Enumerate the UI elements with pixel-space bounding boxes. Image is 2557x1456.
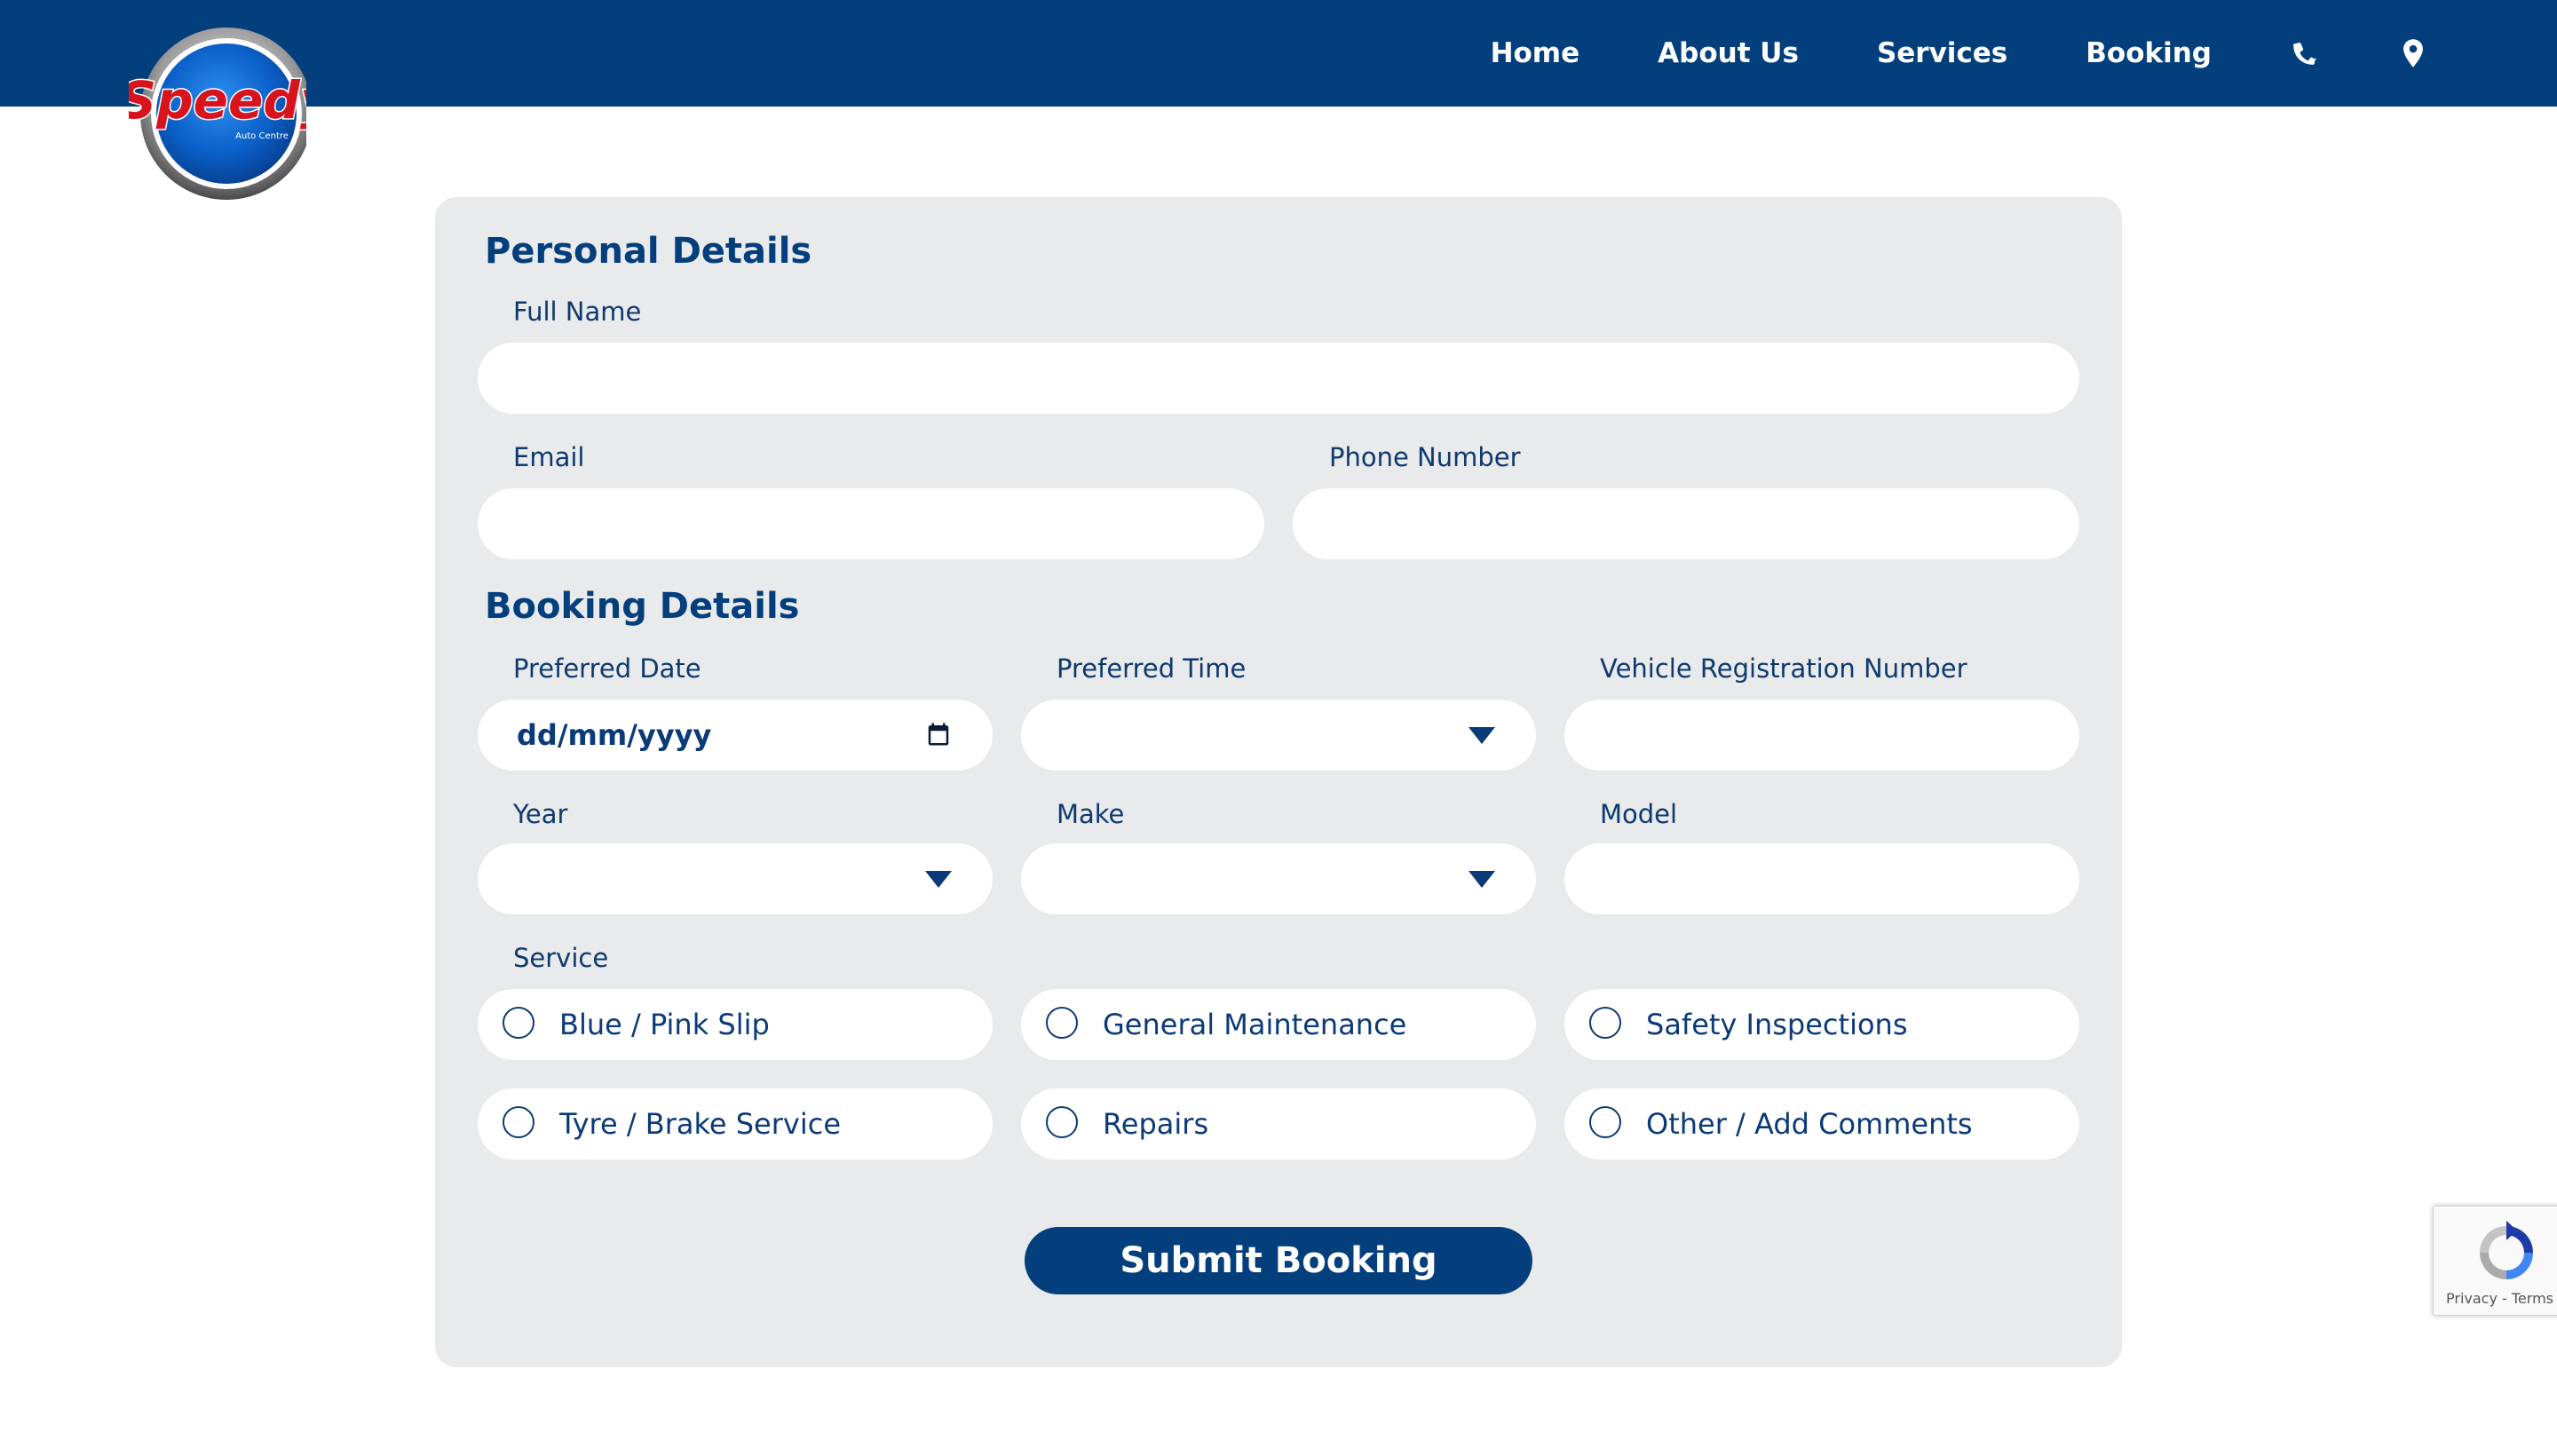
- nav-booking-link[interactable]: Booking: [2086, 37, 2212, 69]
- nav-home-link[interactable]: Home: [1491, 37, 1580, 69]
- top-navigation-bar: Home About Us Services Booking: [0, 0, 2557, 107]
- preferred-date-label: Preferred Date: [513, 653, 701, 684]
- service-option-label: Blue / Pink Slip: [559, 1008, 770, 1041]
- service-option-label: Repairs: [1103, 1107, 1209, 1141]
- personal-details-title: Personal Details: [485, 231, 812, 272]
- service-option-label: Tyre / Brake Service: [559, 1107, 841, 1141]
- service-option-label: Other / Add Comments: [1646, 1107, 1973, 1141]
- service-option-other-add-comments[interactable]: Other / Add Comments: [1564, 1088, 2079, 1159]
- make-label: Make: [1057, 799, 1125, 829]
- radio-button[interactable]: [1046, 1007, 1078, 1039]
- chevron-down-icon: [1468, 871, 1495, 888]
- service-option-safety-inspections[interactable]: Safety Inspections: [1564, 989, 2079, 1060]
- radio-button[interactable]: [1589, 1007, 1621, 1039]
- booking-details-title: Booking Details: [485, 586, 800, 627]
- preferred-time-select[interactable]: [1021, 700, 1536, 771]
- model-input[interactable]: [1564, 843, 2079, 914]
- service-option-tyre-brake-service[interactable]: Tyre / Brake Service: [478, 1088, 993, 1159]
- phone-number-input[interactable]: [1293, 488, 2079, 559]
- service-option-label: General Maintenance: [1103, 1008, 1407, 1041]
- main-nav: Home About Us Services Booking: [1413, 0, 2428, 107]
- service-option-blue-pink-slip[interactable]: Blue / Pink Slip: [478, 989, 993, 1060]
- nav-about-us-link[interactable]: About Us: [1658, 37, 1799, 69]
- chevron-down-icon: [1468, 727, 1495, 744]
- service-option-label: Safety Inspections: [1646, 1008, 1908, 1041]
- date-placeholder: dd/mm/yyyy: [517, 718, 712, 752]
- calendar-icon[interactable]: [925, 721, 952, 748]
- year-select[interactable]: [478, 843, 993, 914]
- speedy-logo[interactable]: Speedy Auto Centre: [118, 25, 336, 202]
- full-name-input[interactable]: [478, 343, 2079, 414]
- submit-booking-button[interactable]: Submit Booking: [1025, 1227, 1532, 1294]
- vehicle-registration-input[interactable]: [1564, 700, 2079, 771]
- model-label: Model: [1600, 799, 1678, 829]
- email-input[interactable]: [478, 488, 1264, 559]
- nav-services-link[interactable]: Services: [1877, 37, 2007, 69]
- recaptcha-badge[interactable]: Privacy - Terms: [2433, 1206, 2557, 1316]
- radio-button[interactable]: [503, 1007, 534, 1039]
- booking-form-card: Personal Details Full Name Email Phone N…: [435, 197, 2122, 1367]
- service-option-repairs[interactable]: Repairs: [1021, 1088, 1536, 1159]
- location-pin-icon[interactable]: [2398, 38, 2428, 68]
- phone-number-label: Phone Number: [1329, 442, 1521, 472]
- make-select[interactable]: [1021, 843, 1536, 914]
- recaptcha-icon: [2473, 1219, 2540, 1290]
- logo-wordmark: Speedy: [129, 70, 306, 131]
- radio-button[interactable]: [1046, 1106, 1078, 1138]
- radio-button[interactable]: [503, 1106, 534, 1138]
- chevron-down-icon: [925, 871, 952, 888]
- preferred-time-label: Preferred Time: [1057, 653, 1247, 684]
- full-name-label: Full Name: [513, 297, 642, 327]
- email-label: Email: [513, 442, 585, 472]
- radio-button[interactable]: [1589, 1106, 1621, 1138]
- phone-icon[interactable]: [2290, 38, 2320, 68]
- vehicle-registration-label: Vehicle Registration Number: [1600, 653, 1967, 684]
- year-label: Year: [513, 799, 568, 829]
- recaptcha-privacy-terms-links[interactable]: Privacy - Terms: [2446, 1290, 2553, 1307]
- preferred-date-input[interactable]: dd/mm/yyyy: [478, 700, 993, 771]
- logo-subtext: Auto Centre: [235, 131, 289, 141]
- service-option-general-maintenance[interactable]: General Maintenance: [1021, 989, 1536, 1060]
- service-label: Service: [513, 943, 609, 973]
